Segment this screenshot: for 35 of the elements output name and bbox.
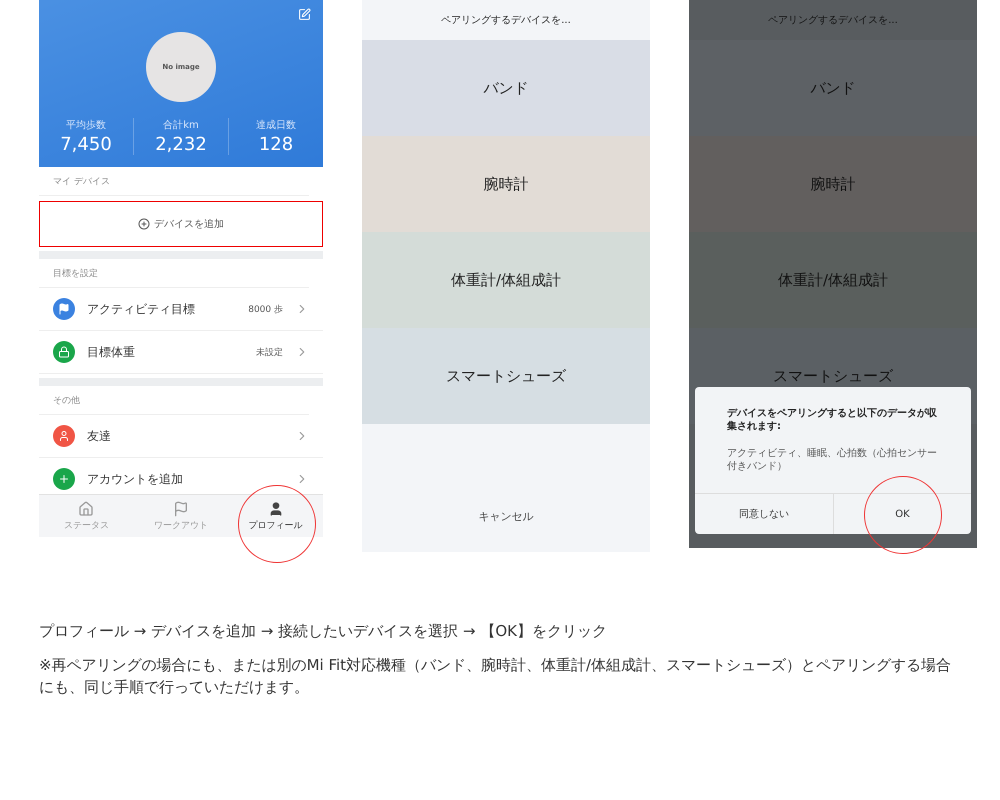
tab[interactable]: プロフィール bbox=[228, 495, 324, 537]
section-title: マイ デバイス bbox=[39, 167, 309, 196]
flag-icon bbox=[173, 500, 189, 516]
device-option[interactable]: 体重計/体組成計 bbox=[362, 232, 650, 328]
screen-title: ペアリングするデバイスを... bbox=[767, 14, 899, 28]
stat-label: 達成日数 bbox=[256, 118, 296, 132]
stat-label: 合計km bbox=[163, 118, 199, 132]
dialog-text: アクティビティ、睡眠、心拍数（心拍センサー付きバンド） bbox=[726, 446, 938, 474]
section-title: 目標を設定 bbox=[39, 259, 309, 288]
cancel-button[interactable]: キャンセル bbox=[362, 424, 650, 552]
section-title: その他 bbox=[39, 386, 309, 415]
stat-value: 2,232 bbox=[155, 134, 207, 155]
flag-icon bbox=[53, 298, 75, 320]
stat-value: 128 bbox=[258, 134, 294, 155]
settings-row[interactable]: アクティビティ目標 8000 歩 bbox=[39, 288, 323, 331]
dialog-button[interactable]: 同意しない bbox=[695, 494, 833, 534]
person-icon bbox=[53, 425, 75, 447]
device-option[interactable]: スマートシューズ bbox=[362, 328, 650, 424]
dialog-button[interactable]: OK bbox=[833, 494, 971, 534]
screen-title: ペアリングするデバイスを... bbox=[440, 14, 572, 28]
lock-icon bbox=[53, 341, 75, 363]
person-icon bbox=[268, 500, 284, 516]
add-device-button[interactable]: デバイスを追加 bbox=[39, 201, 323, 247]
settings-row[interactable]: 友達 bbox=[39, 415, 323, 458]
caption: プロフィール → デバイスを追加 → 接続したいデバイスを選択 → 【OK】をクリック bbox=[39, 622, 608, 641]
stat-value: 7,450 bbox=[60, 134, 112, 155]
device-option[interactable]: 腕時計 bbox=[362, 136, 650, 232]
plus-icon bbox=[138, 218, 150, 230]
device-option[interactable]: バンド bbox=[362, 40, 650, 136]
plus-icon bbox=[53, 468, 75, 490]
note: ※再ペアリングの場合にも、または別のMi Fit対応機種（バンド、腕時計、体重計/体組成計、スマートシューズ）とペアリングする場合にも、同じ手順で行っていただけます。 bbox=[39, 655, 952, 698]
edit-icon[interactable] bbox=[298, 8, 311, 21]
stat-label: 平均歩数 bbox=[66, 118, 106, 132]
home-icon bbox=[78, 500, 94, 516]
settings-row[interactable]: 目標体重 未設定 bbox=[39, 331, 323, 374]
